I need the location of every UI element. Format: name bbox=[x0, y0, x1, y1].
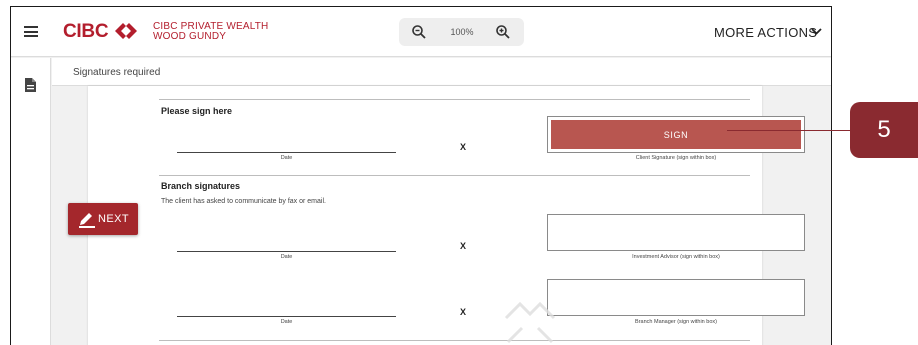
branch-manager-caption: Branch Manager (sign within box) bbox=[635, 319, 717, 325]
more-actions-button[interactable]: MORE ACTIONS bbox=[714, 25, 817, 40]
investment-advisor-signature-box[interactable] bbox=[547, 214, 805, 251]
top-bar: CIBC CIBC PRIVATE WEALTH WOOD GUNDY 100%… bbox=[11, 7, 831, 57]
chevron-down-icon[interactable] bbox=[811, 28, 822, 35]
date-caption: Date bbox=[280, 319, 293, 325]
date-caption: Date bbox=[280, 155, 293, 161]
zoom-level: 100% bbox=[450, 27, 474, 37]
branch-signatures-heading: Branch signatures bbox=[161, 181, 241, 191]
divider bbox=[159, 175, 750, 176]
cibc-logo: CIBC bbox=[63, 21, 109, 42]
next-button-label: NEXT bbox=[98, 213, 129, 225]
cibc-logo-mark-icon bbox=[115, 23, 137, 39]
x-mark: X bbox=[460, 307, 467, 317]
zoom-out-icon[interactable] bbox=[411, 24, 427, 40]
branch-manager-signature-box[interactable] bbox=[547, 279, 805, 316]
signatures-required-label: Signatures required bbox=[73, 67, 161, 78]
x-mark: X bbox=[460, 241, 467, 251]
menu-icon[interactable] bbox=[24, 26, 38, 37]
pencil-icon bbox=[79, 213, 95, 228]
document-page: Please sign here Date X SIGN Client Sign… bbox=[88, 86, 805, 345]
step-callout: 5 bbox=[850, 102, 918, 158]
callout-connector bbox=[727, 130, 851, 131]
app-window: CIBC CIBC PRIVATE WEALTH WOOD GUNDY 100%… bbox=[10, 6, 832, 345]
client-signature-box: SIGN bbox=[547, 116, 805, 153]
sidebar bbox=[11, 58, 51, 345]
date-caption: Date bbox=[280, 254, 293, 260]
please-sign-heading: Please sign here bbox=[161, 106, 233, 116]
next-button[interactable]: NEXT bbox=[68, 203, 138, 235]
date-line bbox=[177, 152, 396, 153]
sign-button[interactable]: SIGN bbox=[551, 120, 801, 149]
x-mark: X bbox=[460, 142, 467, 152]
date-line bbox=[177, 316, 396, 317]
watermark-mark bbox=[504, 301, 556, 344]
investment-advisor-caption: Investment Advisor (sign within box) bbox=[632, 254, 720, 260]
zoom-in-icon[interactable] bbox=[495, 24, 511, 40]
client-signature-caption: Client Signature (sign within box) bbox=[635, 155, 717, 161]
brand-name: CIBC PRIVATE WEALTH WOOD GUNDY bbox=[153, 21, 269, 42]
zoom-control: 100% bbox=[399, 18, 524, 46]
date-line bbox=[177, 251, 396, 252]
document-icon[interactable] bbox=[25, 78, 36, 92]
signatures-required-bar: Signatures required bbox=[52, 58, 831, 86]
divider bbox=[159, 99, 750, 100]
branch-note: The client has asked to communicate by f… bbox=[161, 198, 326, 205]
divider bbox=[159, 340, 750, 341]
